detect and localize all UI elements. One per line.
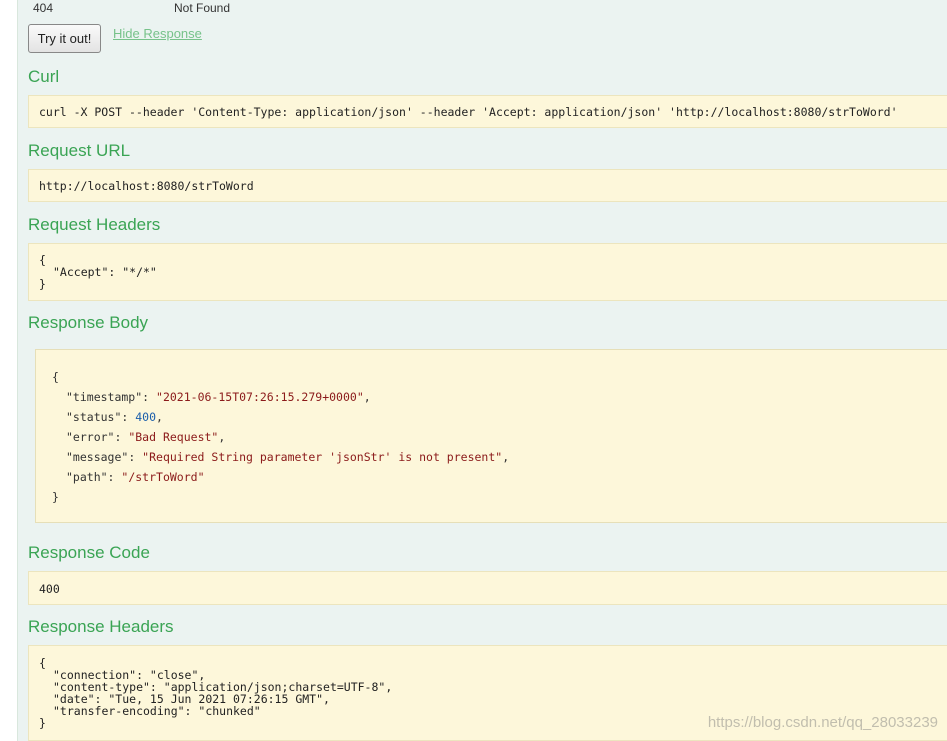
response-body-heading: Response Body (28, 313, 149, 332)
hide-response-link[interactable]: Hide Response (113, 26, 202, 41)
json-open-brace: { (39, 253, 46, 267)
json-field-line: "path": "/strToWord" (66, 470, 205, 484)
json-open-brace: { (52, 370, 59, 384)
json-comma: , (363, 390, 371, 404)
json-key: "timestamp" (66, 390, 143, 404)
json-value: "Required String parameter 'jsonStr' is … (142, 450, 503, 464)
json-close-brace: } (39, 277, 46, 291)
json-open-brace: { (39, 656, 46, 670)
json-key: "error" (66, 430, 115, 444)
request-url-box: http://localhost:8080/strToWord (28, 169, 947, 202)
json-field-line: "timestamp": "2021-06-15T07:26:15.279+00… (66, 390, 371, 404)
try-it-out-button[interactable]: Try it out! (28, 24, 101, 53)
curl-heading: Curl (28, 67, 60, 86)
json-key: "path" (66, 470, 108, 484)
response-headers-heading: Response Headers (28, 617, 174, 636)
json-key: "message" (66, 450, 129, 464)
page-margin (0, 0, 17, 741)
json-close-brace: } (52, 490, 59, 504)
json-field-line: "error": "Bad Request", (66, 430, 225, 444)
json-colon: : (121, 410, 136, 424)
json-field-line: "message": "Required String parameter 'j… (66, 450, 509, 464)
curl-command: curl -X POST --header 'Content-Type: app… (39, 105, 898, 119)
json-value: "2021-06-15T07:26:15.279+0000" (156, 390, 364, 404)
response-code-heading: Response Code (28, 543, 150, 562)
json-colon: : (107, 470, 122, 484)
json-comma: , (218, 430, 226, 444)
json-colon: : (114, 430, 129, 444)
request-url-value: http://localhost:8080/strToWord (39, 179, 254, 193)
response-code-value: 400 (39, 582, 60, 596)
json-colon: : (128, 450, 143, 464)
watermark: https://blog.csdn.net/qq_28033239 (707, 714, 938, 731)
response-code-box: 400 (28, 571, 947, 605)
response-body-box: { "timestamp": "2021-06-15T07:26:15.279+… (35, 349, 947, 523)
request-header-line: "Accept": "*/*" (53, 265, 157, 279)
request-url-heading: Request URL (28, 141, 131, 160)
request-headers-box: { "Accept": "*/*" } (28, 243, 947, 301)
json-field-line: "status": 400, (66, 410, 163, 424)
json-key: "status" (66, 410, 122, 424)
status-reason: Not Found (174, 1, 231, 15)
json-colon: : (142, 390, 157, 404)
json-comma: , (502, 450, 510, 464)
status-code: 404 (33, 1, 54, 15)
json-close-brace: } (39, 716, 46, 730)
json-value: "Bad Request" (128, 430, 219, 444)
json-value: 400 (135, 410, 157, 424)
request-headers-heading: Request Headers (28, 215, 161, 234)
json-comma: , (156, 410, 163, 424)
json-value: "/strToWord" (121, 470, 205, 484)
curl-box: curl -X POST --header 'Content-Type: app… (28, 95, 947, 128)
response-header-line: "transfer-encoding": "chunked" (53, 704, 261, 718)
